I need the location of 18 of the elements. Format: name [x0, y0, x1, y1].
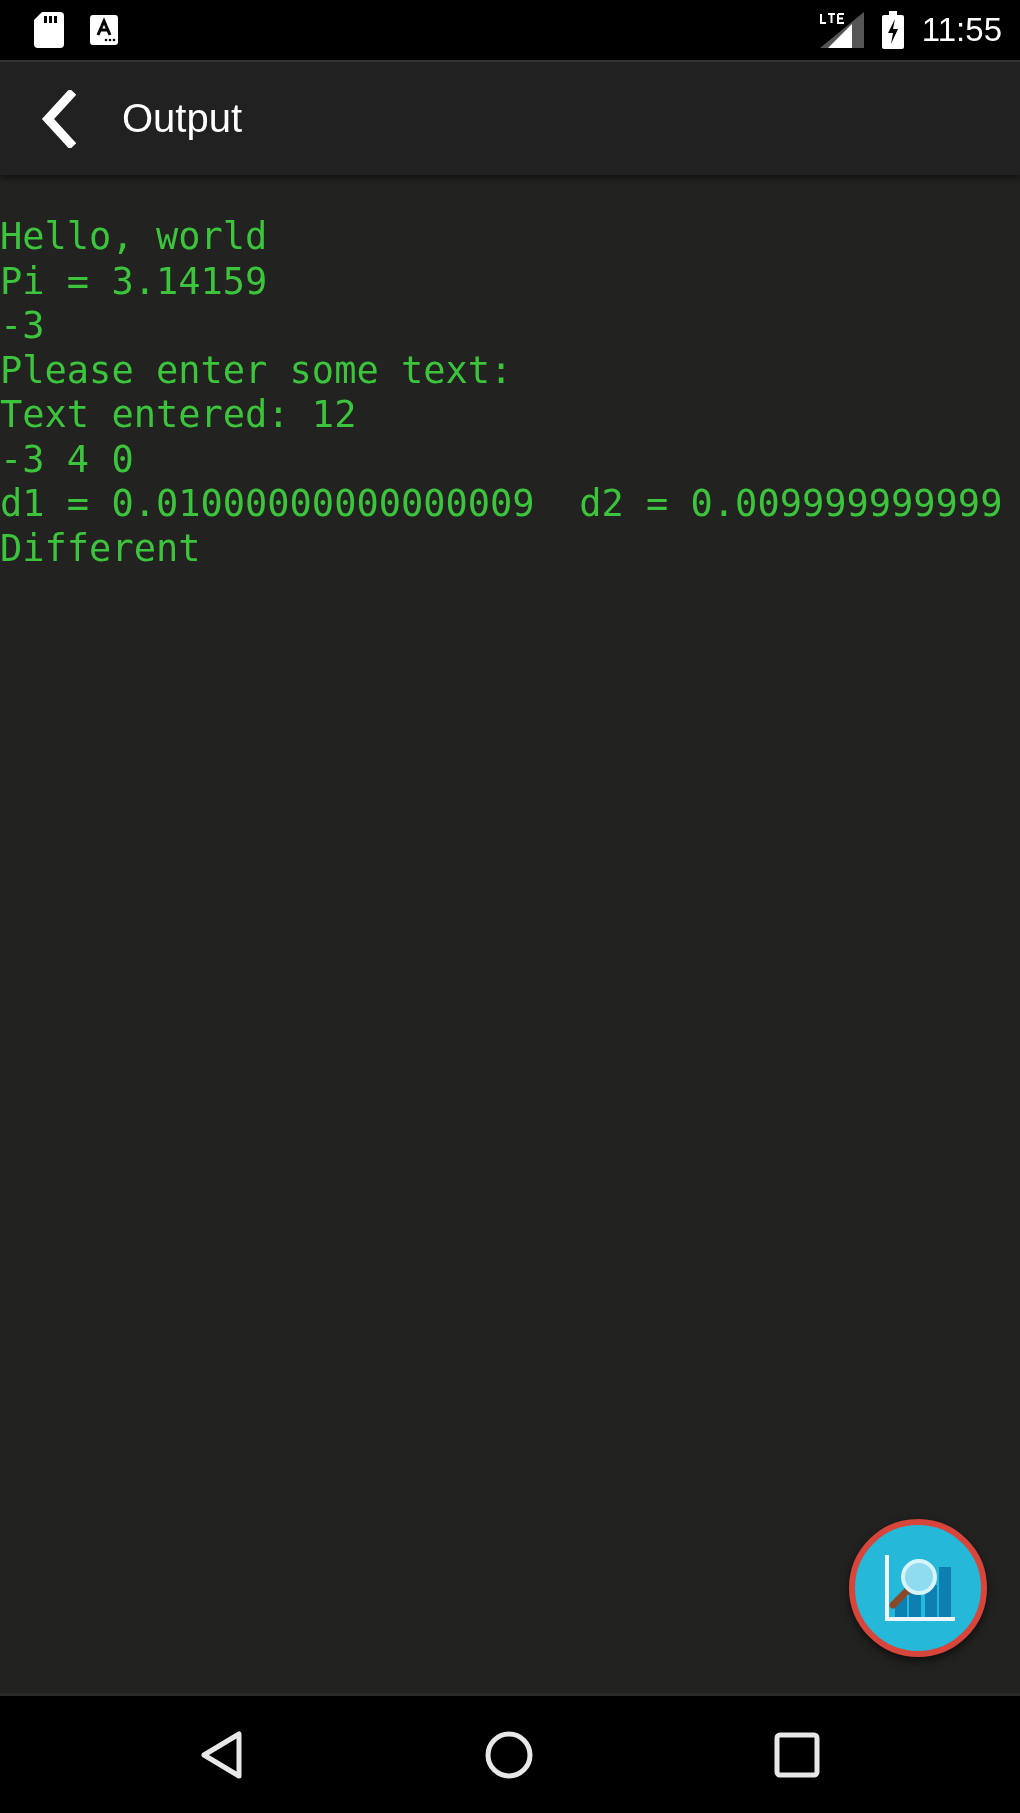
status-time: 11:55 [921, 11, 1002, 49]
output-line: Different [0, 526, 202, 571]
output-line: Hello, world [0, 215, 269, 260]
output-line: -3 [0, 304, 46, 349]
screen-title: Output [122, 96, 243, 141]
back-button[interactable] [40, 89, 76, 148]
font-icon [90, 15, 118, 45]
sd-card-icon [34, 12, 64, 48]
recents-nav-button[interactable] [774, 1731, 820, 1778]
battery-charging-icon [881, 11, 904, 49]
output-line: Please enter some text: [0, 348, 514, 393]
home-nav-button[interactable] [484, 1729, 534, 1780]
output-line: -3 4 0 [0, 437, 135, 482]
output-line: Text entered: 12 [0, 393, 358, 438]
back-nav-button[interactable] [200, 1729, 244, 1780]
output-line: d1 = 0.01000000000000009 d2 = 0.009999999999 [0, 482, 1004, 527]
lte-signal-icon [819, 12, 864, 48]
output-line: Pi = 3.14159 [0, 259, 269, 304]
